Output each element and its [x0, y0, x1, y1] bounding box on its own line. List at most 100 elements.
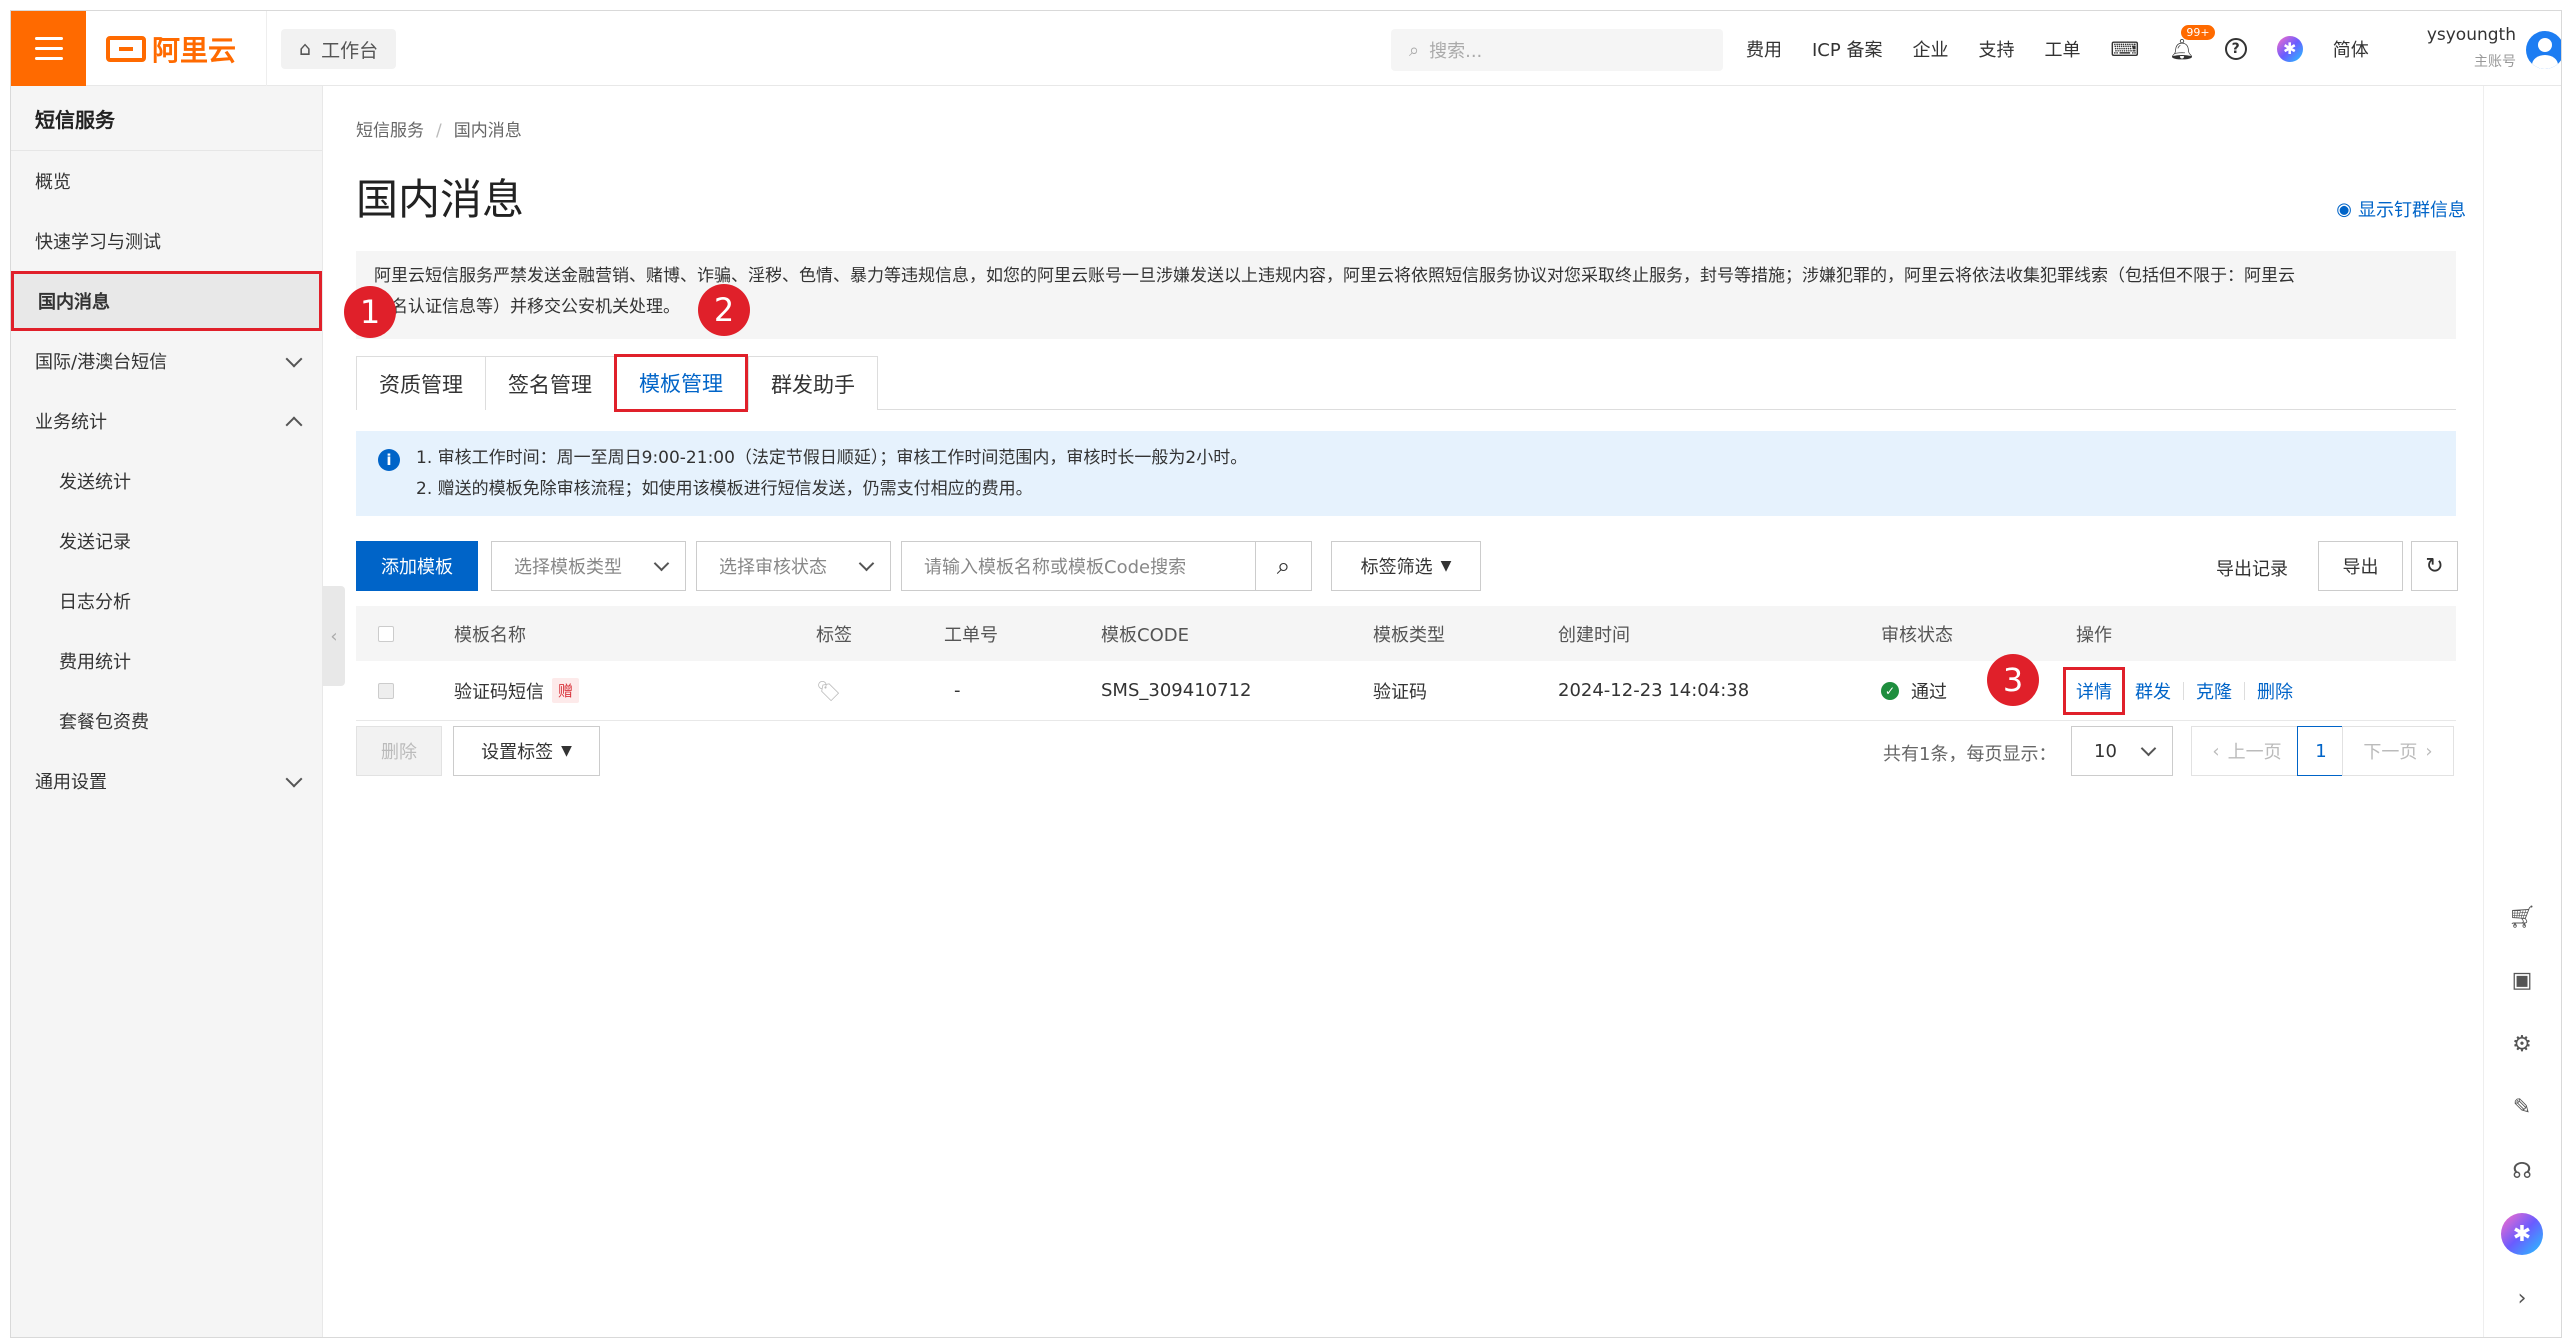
sidebar: 短信服务 概览 快速学习与测试 国内消息 国际/港澳台短信 业务统计 发送统计 … [11, 86, 323, 1337]
help-icon[interactable]: ? [2224, 37, 2247, 60]
page-size-select[interactable]: 10 [2071, 726, 2173, 776]
column-header: 创建时间 [1558, 624, 1630, 646]
sidebar-item-domestic[interactable]: 国内消息 [11, 271, 322, 331]
sidebar-item-international[interactable]: 国际/港澳台短信 [11, 331, 322, 391]
aliyun-logo[interactable]: 阿里云 [106, 29, 236, 69]
avatar[interactable] [2526, 31, 2561, 69]
notification-badge: 99+ [2181, 24, 2215, 40]
search-placeholder: 搜索... [1429, 41, 1483, 62]
column-header: 标签 [816, 624, 852, 646]
bulk-send-link[interactable]: 群发 [2135, 678, 2171, 704]
tag-filter-button[interactable]: 标签筛选 ▼ [1331, 541, 1481, 591]
top-nav: 费用 ICP 备案 企业 支持 工单 ⌨ 🔔︎ 99+ ? ✱ 简体 [1746, 11, 2369, 86]
clone-link[interactable]: 克隆 [2196, 678, 2232, 704]
orders-icon[interactable]: ▣ [2501, 959, 2543, 1001]
bell-icon[interactable]: 🔔︎ 99+ [2169, 24, 2215, 61]
template-toolbar: 添加模板 选择模板类型 选择审核状态 请输入模板名称或模板Code搜索 ⌕ 标签… [356, 541, 2458, 591]
row-checkbox[interactable] [378, 661, 394, 720]
tab-template[interactable]: 模板管理 [614, 354, 748, 412]
page-1-button[interactable]: 1 [2297, 726, 2345, 776]
chevron-down-icon: ▼ [1440, 558, 1452, 574]
sidebar-item-general-settings[interactable]: 通用设置 [11, 751, 322, 811]
sidebar-item-label: 日志分析 [59, 592, 131, 613]
sidebar-item-label: 套餐包资费 [59, 712, 149, 733]
headset-icon[interactable]: ☊ [2501, 1150, 2543, 1192]
nav-enterprise[interactable]: 企业 [1912, 36, 1948, 62]
chevron-down-icon [285, 770, 303, 788]
terminal-icon[interactable]: ⌨ [2110, 37, 2139, 61]
column-header: 操作 [2076, 624, 2112, 646]
nav-support[interactable]: 支持 [1978, 36, 2014, 62]
chevron-up-icon [285, 416, 303, 434]
sidebar-item-quickstart[interactable]: 快速学习与测试 [11, 211, 322, 271]
breadcrumb: 短信服务 / 国内消息 [356, 116, 522, 141]
template-code-cell: SMS_309410712 [1101, 680, 1252, 701]
search-button[interactable]: ⌕ [1255, 541, 1312, 591]
assistant-icon[interactable]: ✱ [2276, 35, 2303, 62]
sidebar-item-statistics[interactable]: 业务统计 [11, 391, 322, 451]
batch-delete-button[interactable]: 删除 [356, 726, 442, 776]
sidebar-item-label: 业务统计 [35, 412, 107, 433]
dingtalk-label: 显示钉群信息 [2358, 200, 2466, 221]
workbench-label: 工作台 [321, 39, 379, 62]
template-table: 模板名称 标签 工单号 模板CODE 模板类型 创建时间 审核状态 操作 验证码… [356, 606, 2456, 721]
column-header: 模板CODE [1101, 624, 1189, 646]
gift-badge: 赠 [552, 678, 580, 703]
export-button[interactable]: 导出 [2318, 541, 2403, 591]
export-log-link[interactable]: 导出记录 [2216, 555, 2288, 581]
nav-icp[interactable]: ICP 备案 [1812, 36, 1882, 62]
prev-page-button[interactable]: ‹ 上一页 [2191, 726, 2303, 776]
compliance-notice: 阿里云短信服务严禁发送金融营销、赌博、诈骗、淫秽、色情、暴力等违规信息，如您的阿… [356, 251, 2456, 339]
breadcrumb-item[interactable]: 短信服务 [356, 121, 424, 141]
show-dingtalk-link[interactable]: ◉ 显示钉群信息 [2336, 196, 2466, 222]
tag-icon[interactable]: 🏷︎ [816, 661, 841, 720]
sidebar-item-send-records[interactable]: 发送记录 [11, 511, 322, 571]
cart-icon[interactable]: 🛒︎ [2501, 896, 2543, 938]
top-bar: 阿里云 ⌂ 工作台 ⌕ 搜索... 费用 ICP 备案 企业 支持 工单 ⌨ 🔔… [11, 11, 2561, 86]
language-switch[interactable]: 简体 [2333, 36, 2369, 62]
actions-cell: 详情 群发 克隆 删除 [2063, 661, 2293, 720]
sidebar-collapse-button[interactable]: ‹ [323, 586, 345, 686]
template-name: 验证码短信 [454, 681, 544, 703]
next-page-button[interactable]: 下一页 › [2342, 726, 2454, 776]
template-search-input[interactable]: 请输入模板名称或模板Code搜索 [901, 541, 1256, 591]
sidebar-item-overview[interactable]: 概览 [11, 151, 322, 211]
global-search-input[interactable]: ⌕ 搜索... [1391, 29, 1723, 71]
nav-ticket[interactable]: 工单 [2044, 36, 2080, 62]
ai-assistant-icon[interactable]: ✱ [2501, 1213, 2543, 1255]
add-template-button[interactable]: 添加模板 [356, 541, 478, 591]
tab-signature[interactable]: 签名管理 [485, 356, 615, 410]
template-type-select[interactable]: 选择模板类型 [491, 541, 686, 591]
sidebar-item-cost-stats[interactable]: 费用统计 [11, 631, 322, 691]
sidebar-item-label: 通用设置 [35, 772, 107, 793]
gear-icon[interactable]: ⚙︎ [2501, 1023, 2543, 1065]
sidebar-item-log-analysis[interactable]: 日志分析 [11, 571, 322, 631]
sidebar-item-send-stats[interactable]: 发送统计 [11, 451, 322, 511]
review-status-select[interactable]: 选择审核状态 [696, 541, 891, 591]
delete-link[interactable]: 删除 [2257, 678, 2293, 704]
divider [266, 11, 267, 86]
hamburger-menu-button[interactable] [11, 11, 86, 86]
workbench-button[interactable]: ⌂ 工作台 [281, 29, 397, 69]
set-tag-button[interactable]: 设置标签 ▼ [453, 726, 600, 776]
chevron-down-icon [858, 555, 875, 572]
sidebar-item-label: 快速学习与测试 [35, 232, 161, 253]
chevron-right-icon[interactable]: › [2501, 1277, 2543, 1319]
created-time-cell: 2024-12-23 14:04:38 [1558, 680, 1750, 701]
detail-link[interactable]: 详情 [2063, 666, 2125, 715]
tab-bulk-send[interactable]: 群发助手 [748, 356, 878, 410]
page-size-value: 10 [2094, 740, 2117, 762]
select-all-checkbox[interactable] [378, 606, 394, 661]
logo-mark-icon [106, 36, 146, 62]
nav-billing[interactable]: 费用 [1746, 36, 1782, 62]
set-tag-label: 设置标签 [481, 742, 554, 763]
refresh-button[interactable]: ↻ [2411, 541, 2458, 591]
sidebar-item-label: 发送统计 [59, 472, 131, 493]
tab-qualification[interactable]: 资质管理 [356, 356, 486, 410]
edit-icon[interactable]: ✎ [2501, 1086, 2543, 1128]
table-footer: 删除 设置标签 ▼ 共有1条，每页显示： 10 ‹ 上一页 1 下一页 › [356, 726, 2456, 776]
user-account[interactable]: ysyoungth 主账号 [2411, 25, 2516, 71]
notice-line: 实名认证信息等）并移交公安机关处理。 [374, 297, 680, 317]
divider [2183, 681, 2184, 700]
sidebar-item-package-pricing[interactable]: 套餐包资费 [11, 691, 322, 751]
